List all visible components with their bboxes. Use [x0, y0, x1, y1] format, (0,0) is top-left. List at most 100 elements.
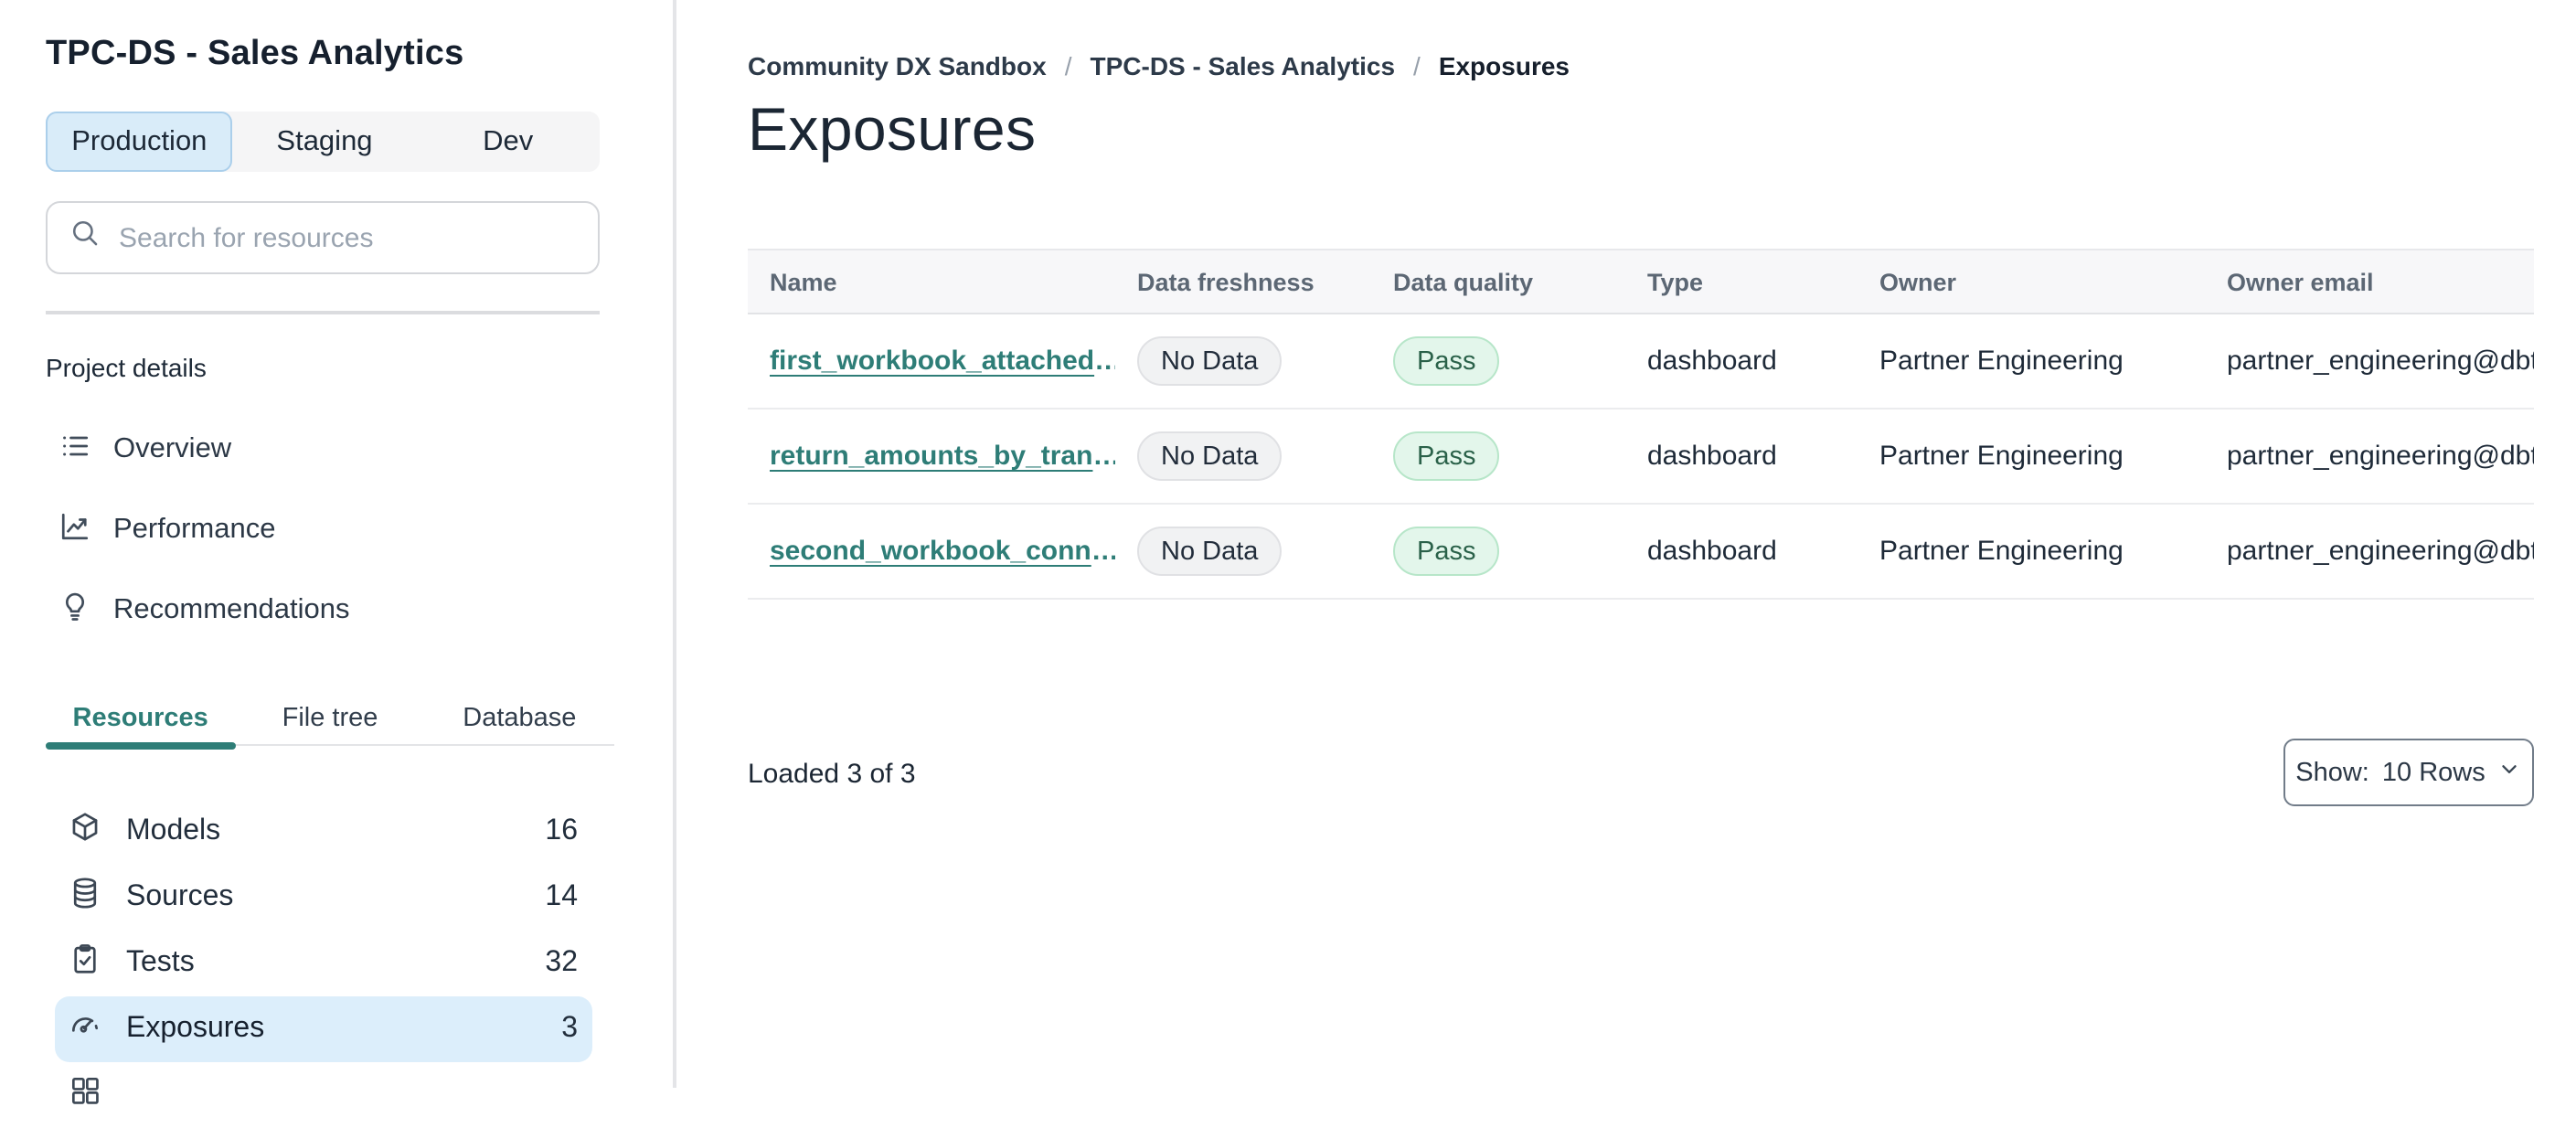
database-icon [68, 876, 102, 920]
data-freshness-cell: No Data [1115, 527, 1371, 576]
resource-count-tests: 32 [545, 947, 578, 978]
breadcrumb-item-current: Exposures [1438, 51, 1570, 80]
data-quality-cell: Pass [1371, 431, 1625, 481]
column-header-data-quality[interactable]: Data quality [1371, 268, 1625, 295]
breadcrumb-item-project[interactable]: TPC-DS - Sales Analytics [1091, 51, 1396, 80]
tab-resources[interactable]: Resources [46, 691, 235, 749]
list-icon [59, 429, 91, 471]
type-cell: dashboard [1647, 441, 1777, 472]
table-row: first_workbook_attached… No Data Pass da… [748, 314, 2534, 410]
chart-line-icon [59, 509, 91, 551]
breadcrumb-item-account[interactable]: Community DX Sandbox [748, 51, 1047, 80]
project-title: TPC-DS - Sales Analytics [46, 35, 464, 73]
owner-email-cell: partner_engineering@dbt… [2227, 536, 2534, 567]
exposure-link[interactable]: return_amounts_by_tran [770, 441, 1092, 472]
cube-icon [68, 810, 102, 854]
nav-label-performance: Performance [113, 514, 276, 545]
lightbulb-icon [59, 590, 91, 632]
table-row: return_amounts_by_tran… No Data Pass das… [748, 410, 2534, 505]
sidebar-main-divider [673, 0, 676, 1088]
tab-database[interactable]: Database [425, 691, 614, 744]
main-content: Community DX Sandbox / TPC-DS - Sales An… [676, 0, 2576, 1088]
resource-item-partial[interactable] [55, 1062, 592, 1128]
project-nav: Overview Performance Recommendations [46, 410, 600, 651]
exposures-table: Name Data freshness Data quality Type Ow… [748, 249, 2534, 600]
exposure-link[interactable]: second_workbook_conn [770, 536, 1091, 567]
resource-item-exposures[interactable]: Exposures 3 [55, 996, 592, 1062]
resource-list: Models 16 Sources 14 Tests 32 Exposures … [55, 799, 592, 1128]
freshness-badge: No Data [1137, 431, 1283, 481]
show-label: Show: [2295, 758, 2369, 787]
resource-label-sources: Sources [126, 881, 234, 912]
show-value: 10 Rows [2381, 758, 2486, 787]
owner-email-cell: partner_engineering@dbt… [2227, 346, 2534, 377]
exposure-link-ellipsis[interactable]: … [1094, 346, 1115, 377]
exposure-link-ellipsis[interactable]: … [1091, 536, 1115, 567]
quality-badge: Pass [1393, 336, 1500, 386]
column-header-data-freshness[interactable]: Data freshness [1115, 268, 1371, 295]
nav-label-overview: Overview [113, 433, 232, 464]
gauge-icon [68, 1007, 102, 1051]
type-cell: dashboard [1647, 536, 1777, 567]
app-window: TPC-DS - Sales Analytics Production Stag… [0, 0, 2576, 1104]
table-header-row: Name Data freshness Data quality Type Ow… [748, 249, 2534, 314]
freshness-badge: No Data [1137, 336, 1283, 386]
owner-cell: Partner Engineering [1879, 346, 2124, 377]
nav-item-recommendations[interactable]: Recommendations [46, 570, 600, 651]
owner-cell: Partner Engineering [1879, 441, 2124, 472]
clipboard-check-icon [68, 942, 102, 985]
freshness-badge: No Data [1137, 527, 1283, 576]
column-header-owner[interactable]: Owner [1857, 268, 2205, 295]
sidebar: TPC-DS - Sales Analytics Production Stag… [0, 0, 675, 1104]
rows-per-page-select[interactable]: Show: 10 Rows [2283, 739, 2534, 806]
resource-item-tests[interactable]: Tests 32 [55, 931, 592, 996]
breadcrumb-separator: / [1413, 51, 1421, 80]
env-tab-production[interactable]: Production [46, 112, 233, 172]
resource-label-exposures: Exposures [126, 1013, 265, 1044]
owner-cell: Partner Engineering [1879, 536, 2124, 567]
env-tab-staging[interactable]: Staging [233, 112, 417, 172]
nav-label-recommendations: Recommendations [113, 594, 350, 625]
resource-item-sources[interactable]: Sources 14 [55, 865, 592, 931]
tab-file-tree[interactable]: File tree [235, 691, 424, 744]
exposure-link[interactable]: first_workbook_attached [770, 346, 1094, 377]
resource-search[interactable] [46, 201, 600, 274]
loaded-status: Loaded 3 of 3 [748, 759, 916, 790]
quality-badge: Pass [1393, 431, 1500, 481]
page-title: Exposures [748, 95, 1037, 163]
grid-icon [68, 1073, 102, 1117]
column-header-owner-email[interactable]: Owner email [2205, 268, 2534, 295]
chevron-down-icon [2498, 756, 2522, 789]
project-details-label: Project details [46, 353, 207, 382]
breadcrumb-separator: / [1064, 51, 1072, 80]
resource-view-tabs: Resources File tree Database [46, 691, 614, 749]
exposure-name-cell: second_workbook_conn… [748, 536, 1115, 567]
exposure-link-ellipsis[interactable]: … [1092, 441, 1115, 472]
owner-email-cell: partner_engineering@dbt… [2227, 441, 2534, 472]
data-quality-cell: Pass [1371, 336, 1625, 386]
table-row: second_workbook_conn… No Data Pass dashb… [748, 505, 2534, 600]
resource-count-sources: 14 [545, 881, 578, 912]
column-header-name[interactable]: Name [748, 268, 1115, 295]
search-icon [69, 218, 101, 258]
resource-count-exposures: 3 [561, 1013, 578, 1044]
quality-badge: Pass [1393, 527, 1500, 576]
resource-count-models: 16 [545, 815, 578, 846]
exposure-name-cell: first_workbook_attached… [748, 346, 1115, 377]
data-quality-cell: Pass [1371, 527, 1625, 576]
resource-label-tests: Tests [126, 947, 195, 978]
column-header-type[interactable]: Type [1625, 268, 1857, 295]
nav-item-performance[interactable]: Performance [46, 490, 600, 570]
resource-item-models[interactable]: Models 16 [55, 799, 592, 865]
type-cell: dashboard [1647, 346, 1777, 377]
data-freshness-cell: No Data [1115, 336, 1371, 386]
data-freshness-cell: No Data [1115, 431, 1371, 481]
nav-item-overview[interactable]: Overview [46, 410, 600, 490]
breadcrumb: Community DX Sandbox / TPC-DS - Sales An… [748, 51, 1570, 80]
exposure-name-cell: return_amounts_by_tran… [748, 441, 1115, 472]
sidebar-divider [46, 311, 600, 314]
env-tab-dev[interactable]: Dev [416, 112, 600, 172]
search-input[interactable] [119, 222, 576, 253]
environment-tabs: Production Staging Dev [46, 112, 600, 172]
resource-label-models: Models [126, 815, 221, 846]
